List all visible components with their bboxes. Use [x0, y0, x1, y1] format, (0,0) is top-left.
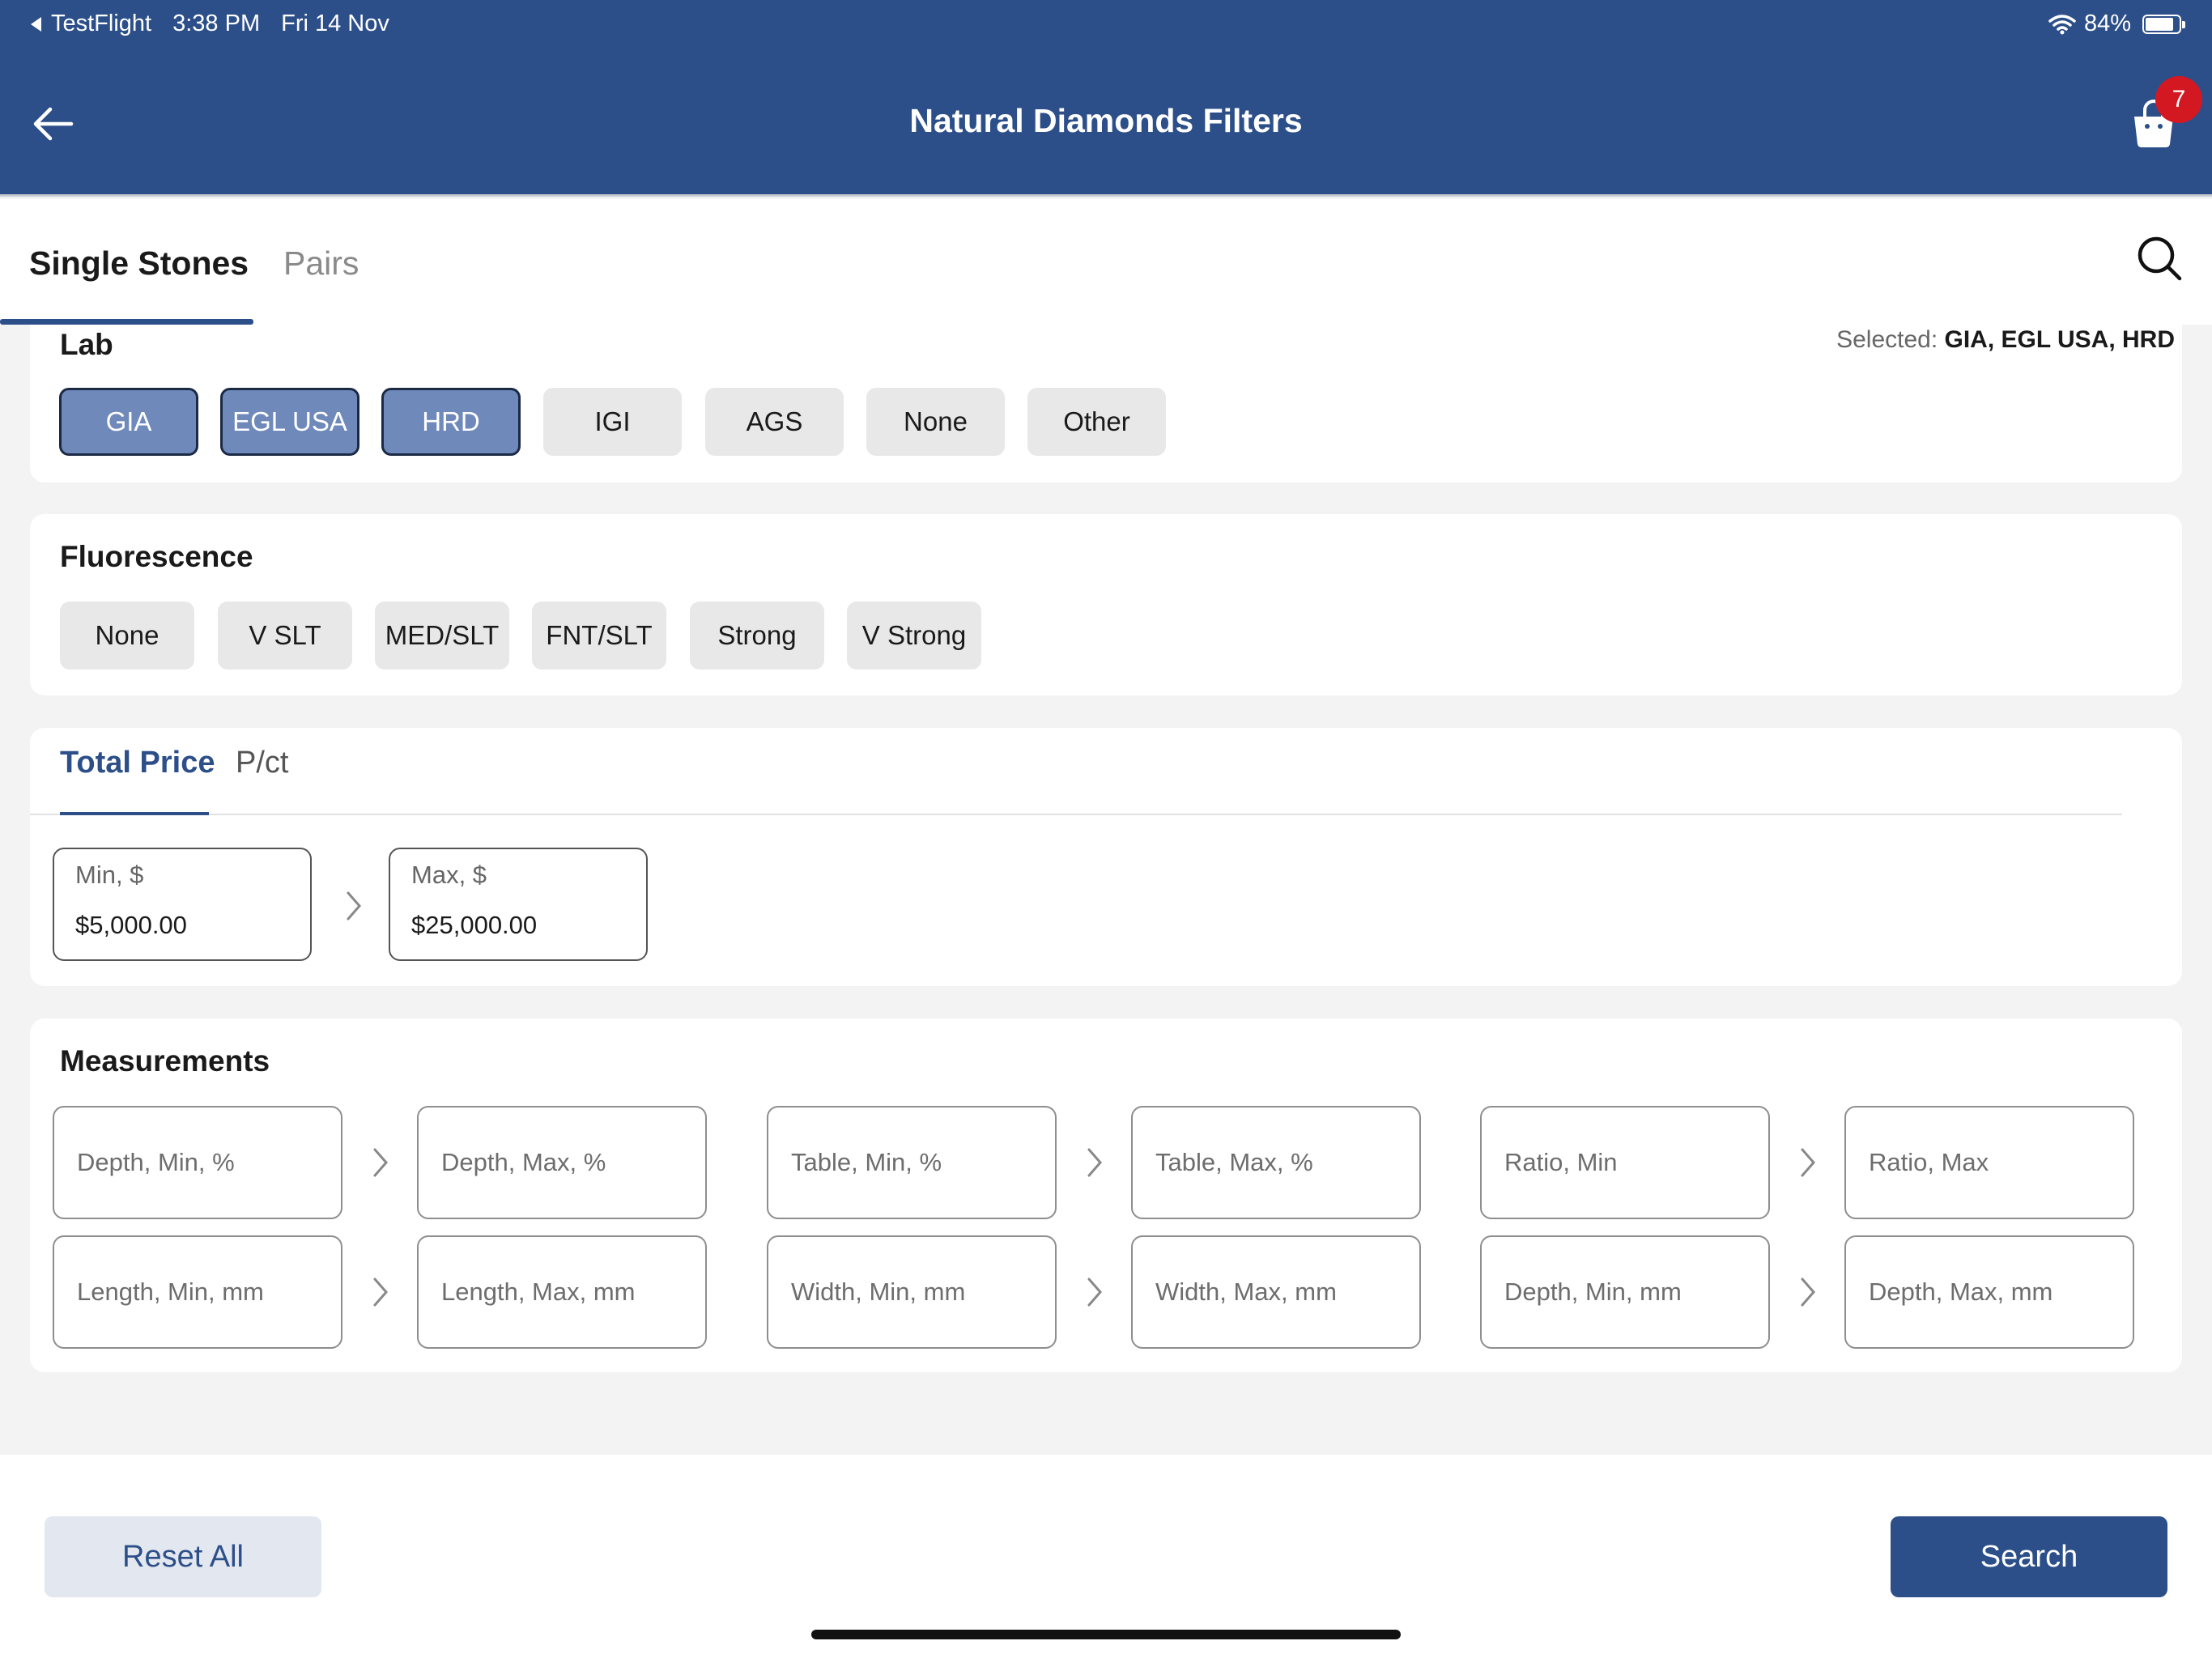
length-max-mm-placeholder: Length, Max, mm: [441, 1278, 636, 1306]
price-max-field[interactable]: Max, $ $25,000.00: [389, 848, 648, 961]
chevron-right-icon: [1087, 1148, 1102, 1177]
chevron-right-icon: [1801, 1278, 1815, 1307]
lab-chip-other[interactable]: Other: [1027, 388, 1166, 456]
table-min-pct-placeholder: Table, Min, %: [791, 1148, 942, 1176]
search-icon[interactable]: [2136, 235, 2183, 282]
fluorescence-chip-v-strong[interactable]: V Strong: [847, 602, 981, 670]
lab-title: Lab: [60, 328, 113, 361]
tab-pairs[interactable]: Pairs: [283, 244, 359, 283]
price-max-value[interactable]: $25,000.00: [411, 911, 537, 940]
depth-max-mm-input[interactable]: Depth, Max, mm: [1844, 1235, 2134, 1349]
price-max-label: Max, $: [411, 861, 487, 889]
status-time: 3:38 PM: [172, 11, 261, 36]
home-indicator[interactable]: [811, 1630, 1401, 1639]
table-max-pct-input[interactable]: Table, Max, %: [1131, 1106, 1421, 1219]
wifi-icon: [2048, 14, 2076, 34]
lab-chip-egl-usa[interactable]: EGL USA: [220, 388, 359, 456]
ratio-min-input[interactable]: Ratio, Min: [1480, 1106, 1770, 1219]
status-back-app[interactable]: TestFlight: [51, 11, 151, 37]
length-min-mm-input[interactable]: Length, Min, mm: [53, 1235, 342, 1349]
fluorescence-card: Fluorescence None V SLT MED/SLT FNT/SLT …: [30, 514, 2182, 695]
page-title: Natural Diamonds Filters: [909, 102, 1303, 139]
chevron-right-icon: [347, 891, 361, 920]
ratio-min-placeholder: Ratio, Min: [1504, 1148, 1618, 1176]
cart-count-badge: 7: [2155, 76, 2202, 123]
depth-min-pct-input[interactable]: Depth, Min, %: [53, 1106, 342, 1219]
fluorescence-chip-med-slt[interactable]: MED/SLT: [375, 602, 509, 670]
lab-chip-ags[interactable]: AGS: [705, 388, 844, 456]
status-right: 84%: [2048, 11, 2185, 37]
measurements-title: Measurements: [60, 1044, 270, 1078]
width-min-mm-placeholder: Width, Min, mm: [791, 1278, 966, 1306]
ratio-max-input[interactable]: Ratio, Max: [1844, 1106, 2134, 1219]
status-bar: TestFlight 3:38 PM Fri 14 Nov 84%: [0, 0, 2212, 49]
price-tabs-divider: [30, 814, 2122, 815]
lab-chip-gia[interactable]: GIA: [59, 388, 198, 456]
price-min-field[interactable]: Min, $ $5,000.00: [53, 848, 312, 961]
chevron-right-icon: [1801, 1148, 1815, 1177]
width-min-mm-input[interactable]: Width, Min, mm: [767, 1235, 1057, 1349]
chevron-right-icon: [373, 1278, 388, 1307]
depth-min-mm-input[interactable]: Depth, Min, mm: [1480, 1235, 1770, 1349]
lab-selected-summary: Selected: GIA, EGL USA, HRD: [1836, 326, 2175, 354]
width-max-mm-placeholder: Width, Max, mm: [1155, 1278, 1337, 1306]
battery-percent: 84%: [2083, 11, 2131, 36]
fluorescence-chip-v-slt[interactable]: V SLT: [218, 602, 352, 670]
fluorescence-chip-strong[interactable]: Strong: [690, 602, 824, 670]
lab-selected-value: GIA, EGL USA, HRD: [1944, 326, 2175, 353]
lab-chip-hrd[interactable]: HRD: [381, 388, 521, 456]
price-min-label: Min, $: [75, 861, 144, 889]
table-min-pct-input[interactable]: Table, Min, %: [767, 1106, 1057, 1219]
depth-max-mm-placeholder: Depth, Max, mm: [1869, 1278, 2053, 1306]
tab-total-price[interactable]: Total Price: [60, 746, 215, 780]
chevron-right-icon: [1087, 1278, 1102, 1307]
price-min-value[interactable]: $5,000.00: [75, 911, 187, 940]
lab-chip-igi[interactable]: IGI: [543, 388, 682, 456]
depth-max-pct-placeholder: Depth, Max, %: [441, 1148, 606, 1176]
fluorescence-chip-fnt-slt[interactable]: FNT/SLT: [532, 602, 666, 670]
ratio-max-placeholder: Ratio, Max: [1869, 1148, 1989, 1176]
app-header: TestFlight 3:38 PM Fri 14 Nov 84% Natura…: [0, 0, 2212, 197]
price-card: Total Price P/ct Min, $ $5,000.00 Max, $…: [30, 728, 2182, 986]
status-left[interactable]: TestFlight 3:38 PM Fri 14 Nov: [31, 11, 410, 37]
tab-single-stones[interactable]: Single Stones: [29, 244, 249, 283]
reset-all-button[interactable]: Reset All: [45, 1516, 321, 1597]
lab-chip-none[interactable]: None: [866, 388, 1005, 456]
bottom-action-bar: Reset All Search: [0, 1455, 2212, 1658]
status-date: Fri 14 Nov: [281, 11, 389, 36]
fluorescence-chip-none[interactable]: None: [60, 602, 194, 670]
chevron-right-icon: [373, 1148, 388, 1177]
depth-max-pct-input[interactable]: Depth, Max, %: [417, 1106, 707, 1219]
lab-selected-label: Selected:: [1836, 326, 1938, 353]
battery-icon: [2142, 14, 2185, 34]
active-tab-indicator: [0, 319, 253, 325]
length-max-mm-input[interactable]: Length, Max, mm: [417, 1235, 707, 1349]
search-button[interactable]: Search: [1891, 1516, 2167, 1597]
table-max-pct-placeholder: Table, Max, %: [1155, 1148, 1313, 1176]
tab-price-per-carat[interactable]: P/ct: [236, 746, 288, 780]
measurements-card: Measurements Depth, Min, % Depth, Max, %…: [30, 1018, 2182, 1372]
length-min-mm-placeholder: Length, Min, mm: [77, 1278, 264, 1306]
fluorescence-title: Fluorescence: [60, 540, 253, 573]
back-to-app-icon: [31, 16, 41, 32]
top-tabs: Single Stones Pairs: [0, 199, 2212, 325]
depth-min-mm-placeholder: Depth, Min, mm: [1504, 1278, 1682, 1306]
depth-min-pct-placeholder: Depth, Min, %: [77, 1148, 235, 1176]
price-tab-indicator: [60, 812, 209, 815]
width-max-mm-input[interactable]: Width, Max, mm: [1131, 1235, 1421, 1349]
